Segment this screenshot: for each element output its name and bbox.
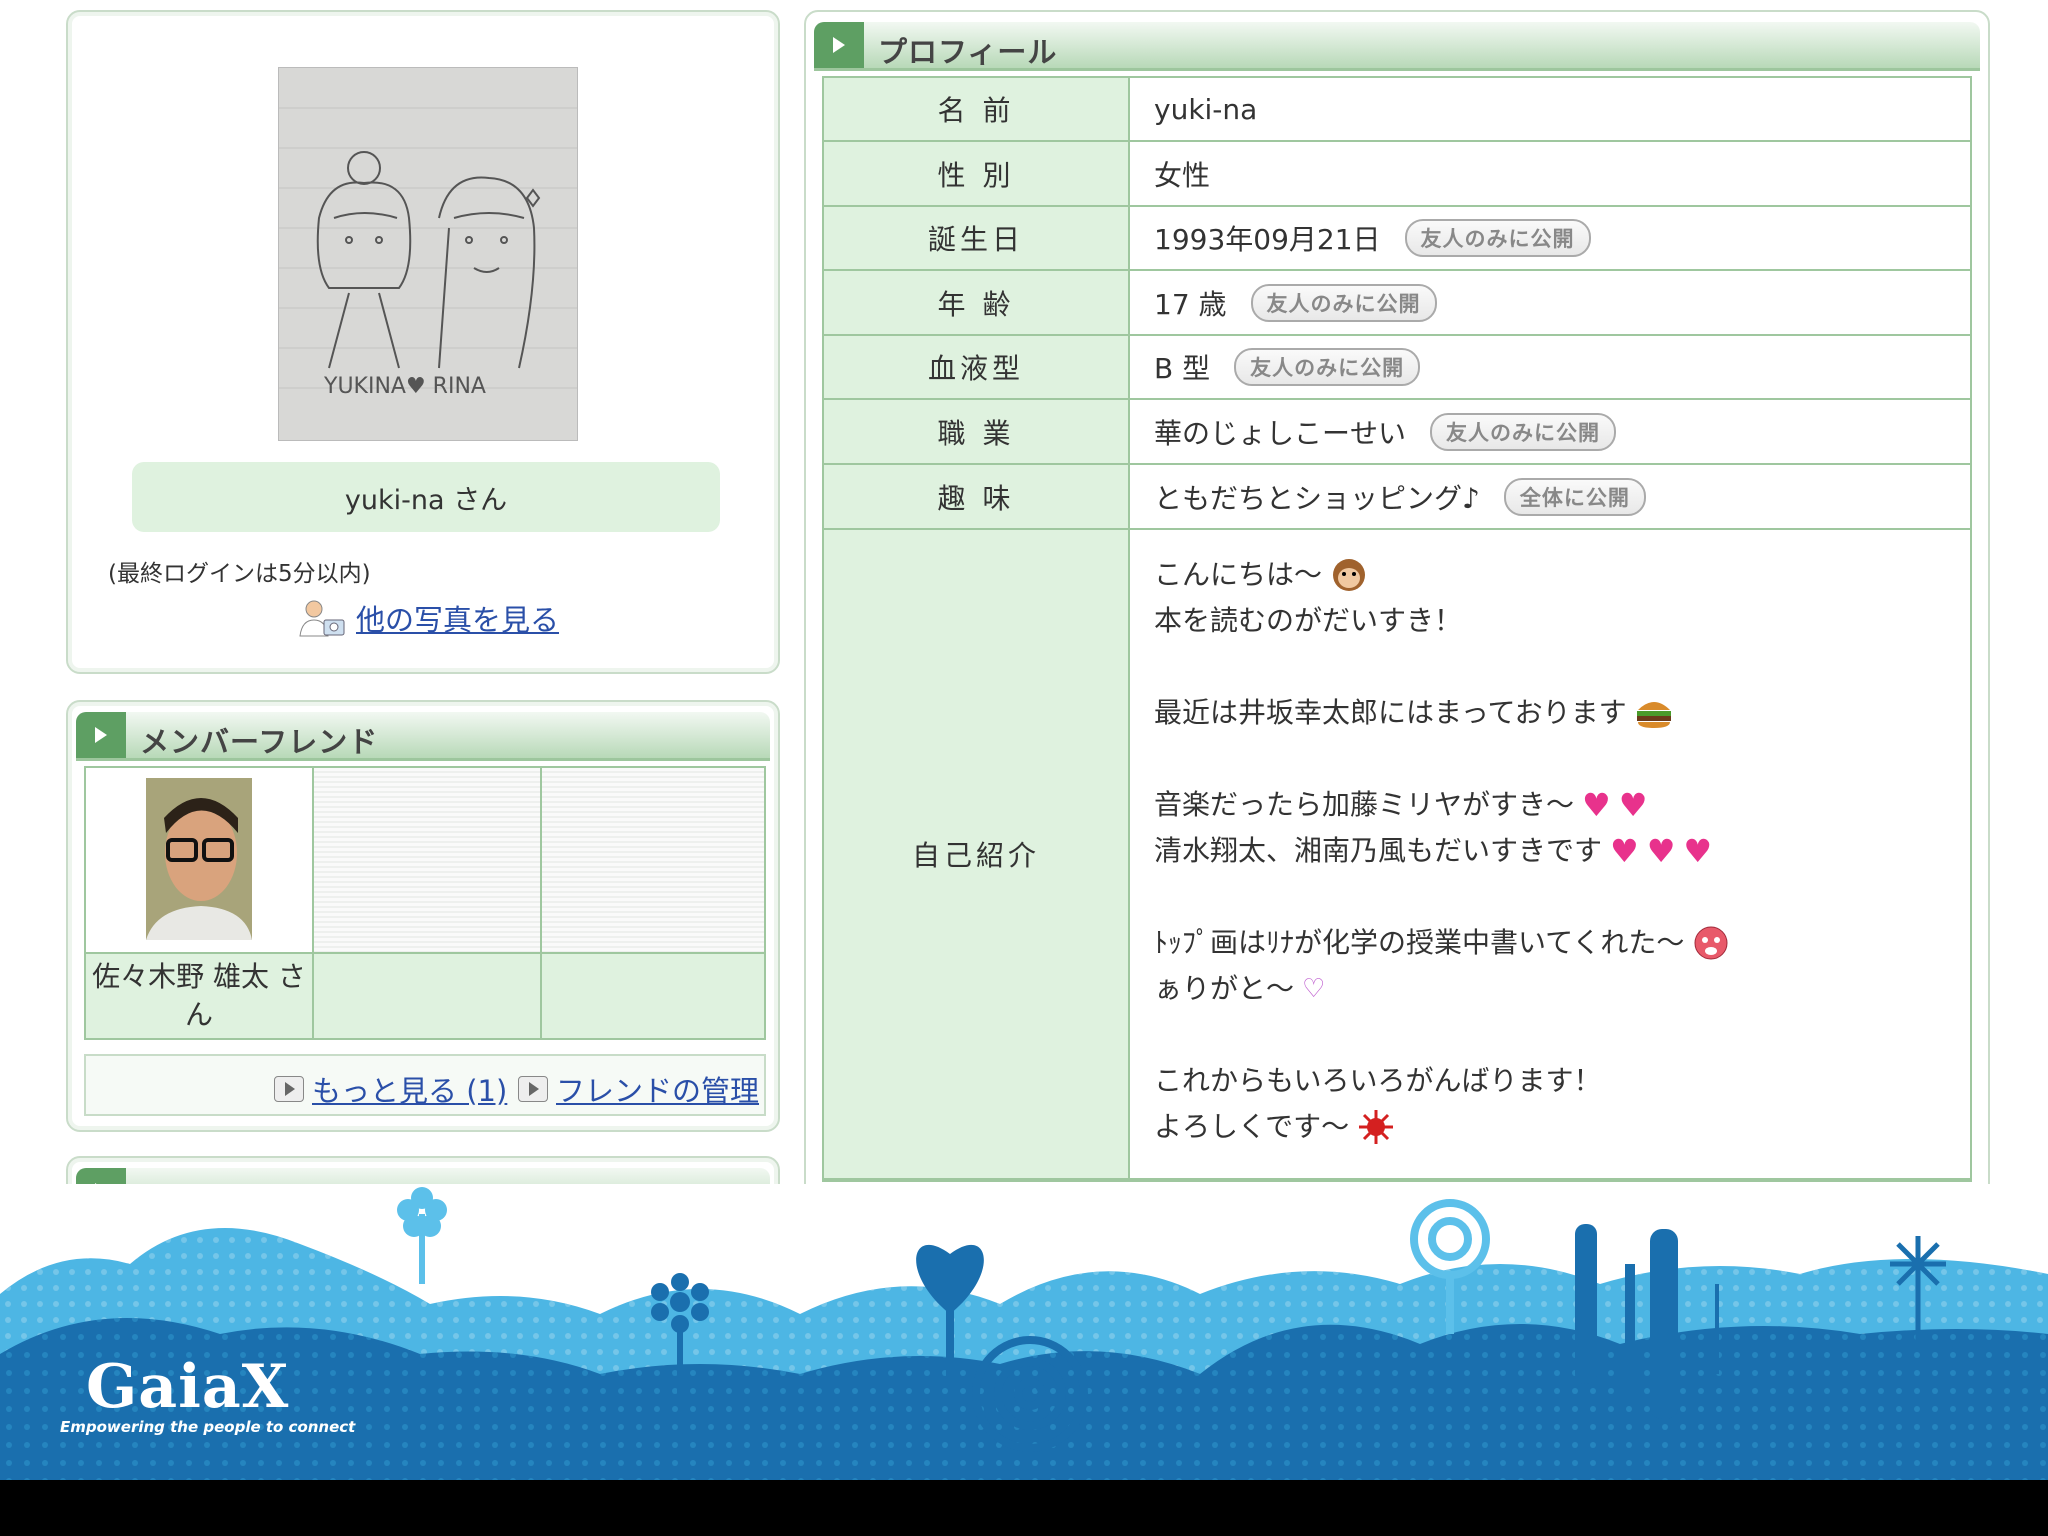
introduction-text: こんにちは～ 本を読むのがだいすき！ 最近は井坂幸太郎にはまっております 音楽だ… [1130,530,1970,1178]
profile-row-blood-type: 血液型 B 型友人のみに公開 [824,336,1970,400]
intro-line: これからもいろいろがんばります！ [1154,1064,1602,1097]
gaiax-logo: GaiaX [86,1352,290,1422]
display-name: yuki-na さん [344,484,508,516]
row-value: yuki-na [1130,78,1970,140]
intro-line: 最近は井坂幸太郎にはまっております [1154,690,1970,736]
row-label: 血液型 [824,336,1130,398]
profile-row-age: 年 齢 17 歳友人のみに公開 [824,271,1970,336]
row-label: 自己紹介 [824,530,1130,1178]
friends-footer: もっと見る (1) フレンドの管理 [84,1054,766,1116]
arrow-right-icon [274,1076,304,1102]
more-photos-link[interactable]: 他の写真を見る [298,597,559,639]
profile-photo[interactable]: YUKINA♥ RINA [278,67,578,441]
friend-name-3 [542,954,764,1038]
row-value: 華のじょしこーせい 友人のみに公開 [1130,400,1970,463]
value-text: 華のじょしこーせい [1154,416,1407,450]
heart-icon: ♥ [1646,832,1676,870]
value-text: 17 歳 [1154,287,1227,321]
privacy-badge: 友人のみに公開 [1404,219,1591,257]
profile-table: 名 前 yuki-na 性 別 女性 誕生日 1993年09月21日 友人のみに公… [822,76,1972,1182]
row-value: 17 歳友人のみに公開 [1130,271,1970,334]
arrow-icon [814,22,864,68]
row-label: 趣 味 [824,465,1130,528]
more-friends-label[interactable]: もっと見る (1) [312,1068,507,1110]
friend-cell-2 [314,768,542,954]
more-friends-link[interactable]: もっと見る (1) [274,1068,507,1110]
arrow-icon [76,712,126,758]
value-text: B 型 [1154,352,1211,385]
profile-row-gender: 性 別 女性 [824,142,1970,207]
row-label: 名 前 [824,78,1130,140]
friend-name-1[interactable]: 佐々木野 雄太 さん [86,954,314,1038]
value-text: ともだちとショッピング♪ [1154,481,1480,515]
value-text: yuki-na [1154,92,1258,126]
intro-line: よろしくです～ [1154,1104,1970,1150]
display-name-box: yuki-na さん [132,462,720,532]
manage-friends-label[interactable]: フレンドの管理 [556,1068,759,1110]
row-value: ともだちとショッピング♪ 全体に公開 [1130,465,1970,528]
row-value: 女性 [1130,142,1970,205]
member-friends-panel: メンバーフレンド 佐々木野 雄太 さん もっと見る (1) フレンドの管理 [66,700,780,1132]
tongue-face-icon [1694,926,1728,960]
friends-grid: 佐々木野 雄太 さん [84,766,766,1040]
profile-title: プロフィール [878,35,1058,69]
intro-line: 本を読むのがだいすき！ [1154,604,1463,637]
profile-panel: プロフィール 名 前 yuki-na 性 別 女性 誕生日 1993年09月21… [804,10,1990,1310]
friend-avatar[interactable] [146,778,252,940]
person-photo-icon [299,600,345,637]
profile-row-introduction: 自己紹介 こんにちは～ 本を読むのがだいすき！ 最近は井坂幸太郎にはまっておりま… [824,530,1970,1180]
friends-title: メンバーフレンド [140,725,379,759]
profile-row-occupation: 職 業 華のじょしこーせい 友人のみに公開 [824,400,1970,465]
heart-icon: ♥ [1683,832,1713,870]
row-label: 性 別 [824,142,1130,205]
profile-row-name: 名 前 yuki-na [824,78,1970,142]
photo-caption: YUKINA♥ RINA [323,374,486,399]
heart-icon: ♡ [1302,974,1326,1004]
manage-friends-link[interactable]: フレンドの管理 [518,1068,759,1110]
row-label: 職 業 [824,400,1130,463]
friend-cell-3 [542,768,764,954]
last-login-status: (最終ログインは5分以内) [108,561,371,587]
profile-row-birthday: 誕生日 1993年09月21日 友人のみに公開 [824,207,1970,271]
heart-icon: ♥ [1610,832,1639,870]
screen: YUKINA♥ RINA yuki-na さん (最終ログインは5分以内) 他の… [0,0,2048,1536]
intro-line: ぁりがと～ ♡ [1154,966,1970,1012]
friends-header: メンバーフレンド [76,712,770,761]
heart-icon: ♥ [1582,786,1611,824]
privacy-badge: 友人のみに公開 [1234,348,1421,386]
profile-photo-sketch: YUKINA♥ RINA [279,68,577,440]
arrow-right-icon [518,1076,548,1102]
friend-cell-1[interactable] [86,768,314,954]
row-value: 1993年09月21日 友人のみに公開 [1130,207,1970,269]
value-text: 1993年09月21日 [1154,223,1381,256]
privacy-badge: 友人のみに公開 [1430,412,1617,451]
privacy-badge: 全体に公開 [1503,477,1646,516]
sparkle-icon [1359,1110,1394,1144]
friend-photo-image [146,778,252,940]
intro-line: 音楽だったら加藤ミリヤがすき～ ♥ ♥ [1154,782,1970,828]
hamburger-icon [1636,702,1671,728]
monkey-face-icon [1333,559,1366,591]
friend-name-2 [314,954,542,1038]
more-photos-label[interactable]: 他の写真を見る [356,597,559,639]
row-label: 誕生日 [824,207,1130,269]
black-letterbox-bar [0,1480,2048,1536]
profile-row-hobby: 趣 味 ともだちとショッピング♪ 全体に公開 [824,465,1970,530]
profile-photo-panel: YUKINA♥ RINA yuki-na さん (最終ログインは5分以内) 他の… [66,10,780,674]
value-text: 女性 [1154,158,1211,192]
intro-line: こんにちは～ [1154,552,1970,598]
heart-icon: ♥ [1618,786,1648,824]
row-label: 年 齢 [824,271,1130,334]
intro-line: 清水翔太、湘南乃風もだいすきです ♥ ♥ ♥ [1154,828,1970,874]
privacy-badge: 友人のみに公開 [1250,283,1437,322]
gaiax-tagline: Empowering the people to connect [60,1418,356,1436]
row-value: B 型友人のみに公開 [1130,336,1970,398]
intro-line: ﾄｯﾌﾟ画はﾘﾅが化学の授業中書いてくれた～ [1154,920,1970,966]
profile-header: プロフィール [814,22,1980,71]
